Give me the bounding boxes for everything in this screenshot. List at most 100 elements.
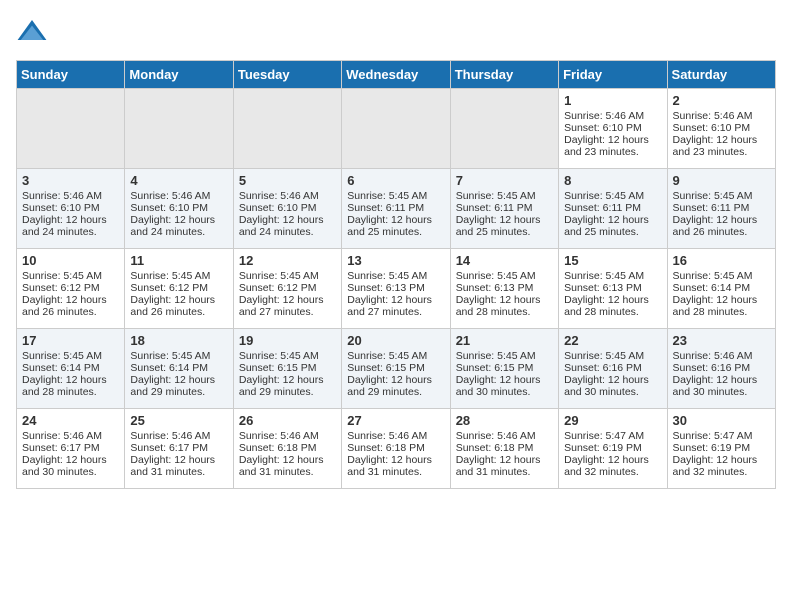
logo-icon (16, 16, 48, 48)
day-info-line: Daylight: 12 hours and 31 minutes. (347, 454, 444, 478)
day-number: 26 (239, 413, 336, 428)
day-number: 13 (347, 253, 444, 268)
day-info-line: Daylight: 12 hours and 26 minutes. (673, 214, 770, 238)
calendar-cell (450, 89, 558, 169)
calendar-cell: 17Sunrise: 5:45 AMSunset: 6:14 PMDayligh… (17, 329, 125, 409)
day-info-line: Sunset: 6:13 PM (347, 282, 444, 294)
calendar-cell: 25Sunrise: 5:46 AMSunset: 6:17 PMDayligh… (125, 409, 233, 489)
day-info-line: Daylight: 12 hours and 28 minutes. (564, 294, 661, 318)
day-info-line: Sunrise: 5:45 AM (456, 270, 553, 282)
day-info-line: Sunset: 6:10 PM (22, 202, 119, 214)
day-info-line: Sunset: 6:15 PM (239, 362, 336, 374)
day-number: 21 (456, 333, 553, 348)
day-info-line: Sunrise: 5:47 AM (673, 430, 770, 442)
day-info-line: Daylight: 12 hours and 30 minutes. (456, 374, 553, 398)
day-info-line: Sunset: 6:11 PM (673, 202, 770, 214)
day-number: 5 (239, 173, 336, 188)
day-info-line: Sunset: 6:19 PM (673, 442, 770, 454)
calendar-cell: 13 Sunrise: 5:45 AMSunset: 6:13 PMDayligh… (342, 249, 450, 329)
weekday-header: Wednesday (342, 61, 450, 89)
calendar-cell: 5Sunrise: 5:46 AMSunset: 6:10 PMDaylight… (233, 169, 341, 249)
day-info-line: Sunset: 6:10 PM (239, 202, 336, 214)
calendar-cell: 14Sunrise: 5:45 AMSunset: 6:13 PMDayligh… (450, 249, 558, 329)
day-info-line: Sunrise: 5:46 AM (564, 110, 661, 122)
logo (16, 16, 52, 48)
calendar-cell: 28Sunrise: 5:46 AMSunset: 6:18 PMDayligh… (450, 409, 558, 489)
calendar-week-row: 1Sunrise: 5:46 AMSunset: 6:10 PMDaylight… (17, 89, 776, 169)
day-info-line: Daylight: 12 hours and 25 minutes. (564, 214, 661, 238)
day-info-line: Sunset: 6:17 PM (22, 442, 119, 454)
day-number: 6 (347, 173, 444, 188)
calendar-week-row: 10Sunrise: 5:45 AMSunset: 6:12 PMDayligh… (17, 249, 776, 329)
calendar-cell: 2Sunrise: 5:46 AMSunset: 6:10 PMDaylight… (667, 89, 775, 169)
day-number: 25 (130, 413, 227, 428)
calendar-week-row: 3Sunrise: 5:46 AMSunset: 6:10 PMDaylight… (17, 169, 776, 249)
day-info-line: Sunrise: 5:46 AM (347, 430, 444, 442)
day-number: 22 (564, 333, 661, 348)
weekday-header: Friday (559, 61, 667, 89)
day-info-line: Sunset: 6:10 PM (673, 122, 770, 134)
day-number: 2 (673, 93, 770, 108)
day-info-line: Daylight: 12 hours and 30 minutes. (673, 374, 770, 398)
day-info-line: Daylight: 12 hours and 32 minutes. (564, 454, 661, 478)
day-info-line: Sunrise: 5:45 AM (130, 270, 227, 282)
day-info-line: Daylight: 12 hours and 26 minutes. (130, 294, 227, 318)
day-number: 15 (564, 253, 661, 268)
day-info-line: Sunset: 6:10 PM (564, 122, 661, 134)
day-info-line: Sunrise: 5:45 AM (564, 350, 661, 362)
calendar-cell: 22Sunrise: 5:45 AMSunset: 6:16 PMDayligh… (559, 329, 667, 409)
day-info-line: Daylight: 12 hours and 31 minutes. (239, 454, 336, 478)
calendar-cell: 26Sunrise: 5:46 AMSunset: 6:18 PMDayligh… (233, 409, 341, 489)
day-info-line: Sunrise: 5:45 AM (22, 270, 119, 282)
calendar-cell: 6Sunrise: 5:45 AMSunset: 6:11 PMDaylight… (342, 169, 450, 249)
day-info-line: Sunset: 6:18 PM (456, 442, 553, 454)
calendar-cell: 21Sunrise: 5:45 AMSunset: 6:15 PMDayligh… (450, 329, 558, 409)
day-info-line: Sunrise: 5:45 AM (239, 270, 336, 282)
day-number: 19 (239, 333, 336, 348)
day-number: 27 (347, 413, 444, 428)
day-info-line: Daylight: 12 hours and 27 minutes. (347, 294, 444, 318)
day-info-line: Sunrise: 5:45 AM (130, 350, 227, 362)
day-info-line: Daylight: 12 hours and 30 minutes. (22, 454, 119, 478)
day-info-line: Daylight: 12 hours and 24 minutes. (22, 214, 119, 238)
calendar-cell: 29Sunrise: 5:47 AMSunset: 6:19 PMDayligh… (559, 409, 667, 489)
day-info-line: Sunrise: 5:45 AM (347, 350, 444, 362)
day-info-line: Daylight: 12 hours and 29 minutes. (130, 374, 227, 398)
day-number: 4 (130, 173, 227, 188)
day-info-line: Daylight: 12 hours and 28 minutes. (456, 294, 553, 318)
day-info-line: Daylight: 12 hours and 25 minutes. (456, 214, 553, 238)
day-info-line: Daylight: 12 hours and 27 minutes. (239, 294, 336, 318)
weekday-header: Tuesday (233, 61, 341, 89)
calendar-week-row: 17Sunrise: 5:45 AMSunset: 6:14 PMDayligh… (17, 329, 776, 409)
day-info-line: Daylight: 12 hours and 23 minutes. (673, 134, 770, 158)
calendar-cell: 27Sunrise: 5:46 AMSunset: 6:18 PMDayligh… (342, 409, 450, 489)
calendar-cell: 30Sunrise: 5:47 AMSunset: 6:19 PMDayligh… (667, 409, 775, 489)
day-info-line: Sunrise: 5:45 AM (347, 270, 444, 282)
day-number: 11 (130, 253, 227, 268)
day-number: 9 (673, 173, 770, 188)
day-info-line: Sunrise: 5:45 AM (347, 190, 444, 202)
day-info-line: Sunrise: 5:46 AM (130, 190, 227, 202)
day-info-line: Sunset: 6:17 PM (130, 442, 227, 454)
day-number: 30 (673, 413, 770, 428)
day-info-line: Sunrise: 5:45 AM (673, 270, 770, 282)
calendar-table: SundayMondayTuesdayWednesdayThursdayFrid… (16, 60, 776, 489)
day-info-line: Sunset: 6:10 PM (130, 202, 227, 214)
calendar-cell: 19Sunrise: 5:45 AMSunset: 6:15 PMDayligh… (233, 329, 341, 409)
day-info-line: Sunset: 6:14 PM (673, 282, 770, 294)
calendar-cell (17, 89, 125, 169)
day-info-line: Sunset: 6:12 PM (239, 282, 336, 294)
day-info-line: Daylight: 12 hours and 29 minutes. (347, 374, 444, 398)
calendar-cell: 12Sunrise: 5:45 AMSunset: 6:12 PMDayligh… (233, 249, 341, 329)
day-number: 1 (564, 93, 661, 108)
day-info-line: Sunset: 6:14 PM (22, 362, 119, 374)
day-info-line: Daylight: 12 hours and 23 minutes. (564, 134, 661, 158)
day-info-line: Sunrise: 5:46 AM (239, 190, 336, 202)
day-number: 8 (564, 173, 661, 188)
calendar-cell (342, 89, 450, 169)
weekday-header: Sunday (17, 61, 125, 89)
calendar-cell (125, 89, 233, 169)
calendar-cell: 9Sunrise: 5:45 AMSunset: 6:11 PMDaylight… (667, 169, 775, 249)
calendar-cell: 11Sunrise: 5:45 AMSunset: 6:12 PMDayligh… (125, 249, 233, 329)
day-info-line: Sunrise: 5:46 AM (673, 350, 770, 362)
